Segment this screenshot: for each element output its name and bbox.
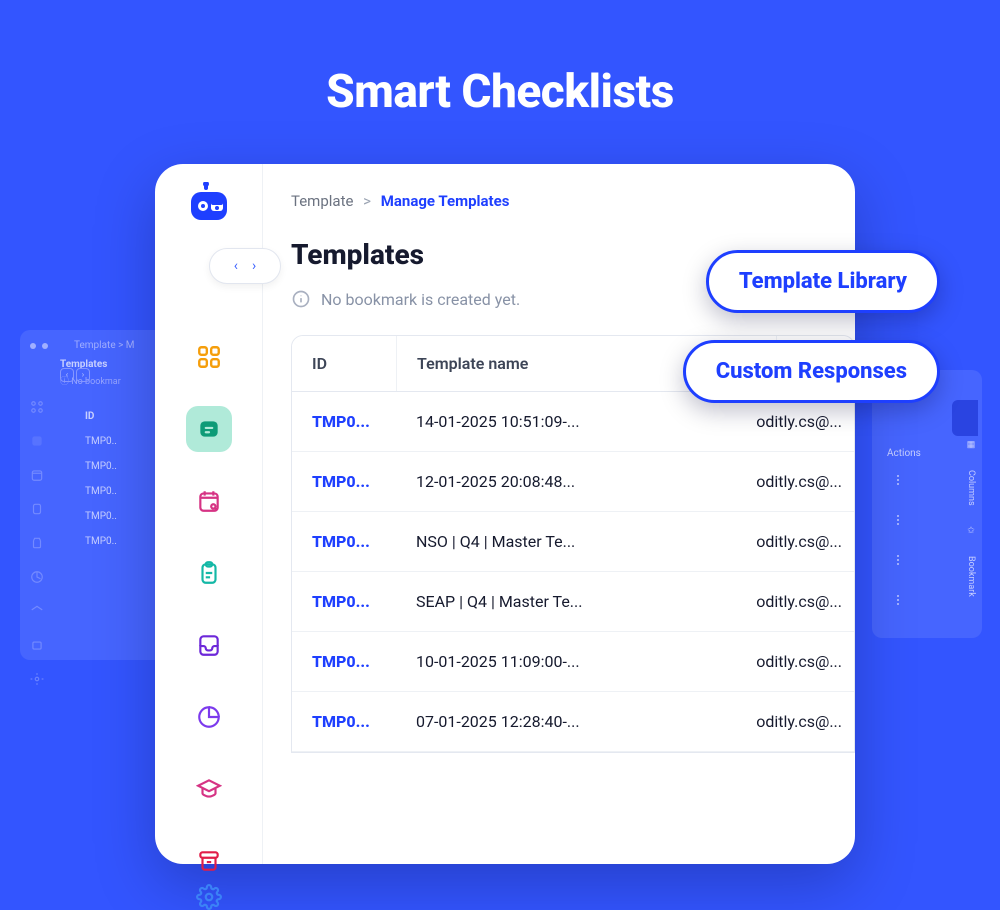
grid-icon: [196, 344, 222, 370]
pager: ‹ ›: [209, 248, 281, 284]
cell-name: 07-01-2025 12:28:40-...: [396, 692, 646, 751]
cell-tags: [646, 572, 724, 631]
nav-clipboard[interactable]: [186, 550, 232, 596]
chevron-right-icon: >: [363, 192, 371, 210]
hero-title: Smart Checklists: [0, 0, 1000, 119]
breadcrumb: Template > Manage Templates: [291, 192, 855, 210]
cell-tags: [646, 632, 724, 691]
feature-pill-responses: Custom Responses: [683, 340, 940, 403]
breadcrumb-current: Manage Templates: [381, 192, 510, 210]
nav-academy[interactable]: [186, 766, 232, 812]
cell-tags: [646, 692, 724, 751]
nav-settings[interactable]: [186, 884, 232, 910]
cell-name: 14-01-2025 10:51:09-...: [396, 392, 646, 451]
template-icon: [196, 416, 222, 442]
cell-id[interactable]: TMP0...: [292, 632, 396, 691]
cell-id[interactable]: TMP0...: [292, 392, 396, 451]
nav-calendar[interactable]: [186, 478, 232, 524]
cell-name: SEAP | Q4 | Master Te...: [396, 572, 646, 631]
cell-owner: oditly.cs@...: [724, 512, 854, 571]
cell-id[interactable]: TMP0...: [292, 692, 396, 751]
cell-owner: oditly.cs@...: [724, 692, 854, 751]
sidebar: ‹ ›: [155, 164, 263, 864]
table-row[interactable]: TMP0... NSO | Q4 | Master Te... oditly.c…: [292, 512, 854, 572]
pie-icon: [196, 704, 222, 730]
nav-inbox[interactable]: [186, 622, 232, 668]
nav-templates[interactable]: [186, 406, 232, 452]
inbox-icon: [196, 632, 222, 658]
gear-icon: [196, 884, 222, 910]
table-row[interactable]: TMP0... 10-01-2025 11:09:00-... oditly.c…: [292, 632, 854, 692]
cell-owner: oditly.cs@...: [724, 452, 854, 511]
cell-id[interactable]: TMP0...: [292, 572, 396, 631]
cell-owner: oditly.cs@...: [724, 572, 854, 631]
nav: [186, 334, 232, 884]
info-icon: [291, 289, 311, 309]
cell-tags: [646, 512, 724, 571]
clipboard-icon: [196, 560, 222, 586]
pager-next[interactable]: ›: [252, 258, 256, 274]
nav-reports[interactable]: [186, 694, 232, 740]
cell-name: 12-01-2025 20:08:48...: [396, 452, 646, 511]
breadcrumb-root[interactable]: Template: [291, 192, 353, 210]
nav-archive[interactable]: [186, 838, 232, 884]
table-row[interactable]: TMP0... SEAP | Q4 | Master Te... oditly.…: [292, 572, 854, 632]
table-body: TMP0... 14-01-2025 10:51:09-... oditly.c…: [292, 392, 854, 752]
col-id[interactable]: ID: [292, 336, 396, 391]
cell-tags: [646, 452, 724, 511]
table-row[interactable]: TMP0... 07-01-2025 12:28:40-... oditly.c…: [292, 692, 854, 752]
cell-name: NSO | Q4 | Master Te...: [396, 512, 646, 571]
pager-prev[interactable]: ‹: [234, 258, 238, 274]
feature-pill-library: Template Library: [706, 250, 940, 313]
table-row[interactable]: TMP0... 12-01-2025 20:08:48... oditly.cs…: [292, 452, 854, 512]
app-logo: [187, 182, 231, 230]
ghost-panel-right: Actions ▦ Columns ✩ Bookmark: [872, 370, 982, 638]
cell-id[interactable]: TMP0...: [292, 512, 396, 571]
cell-owner: oditly.cs@...: [724, 632, 854, 691]
calendar-icon: [196, 488, 222, 514]
cell-id[interactable]: TMP0...: [292, 452, 396, 511]
graduation-icon: [196, 776, 222, 802]
cell-name: 10-01-2025 11:09:00-...: [396, 632, 646, 691]
nav-dashboard[interactable]: [186, 334, 232, 380]
archive-icon: [196, 848, 222, 874]
